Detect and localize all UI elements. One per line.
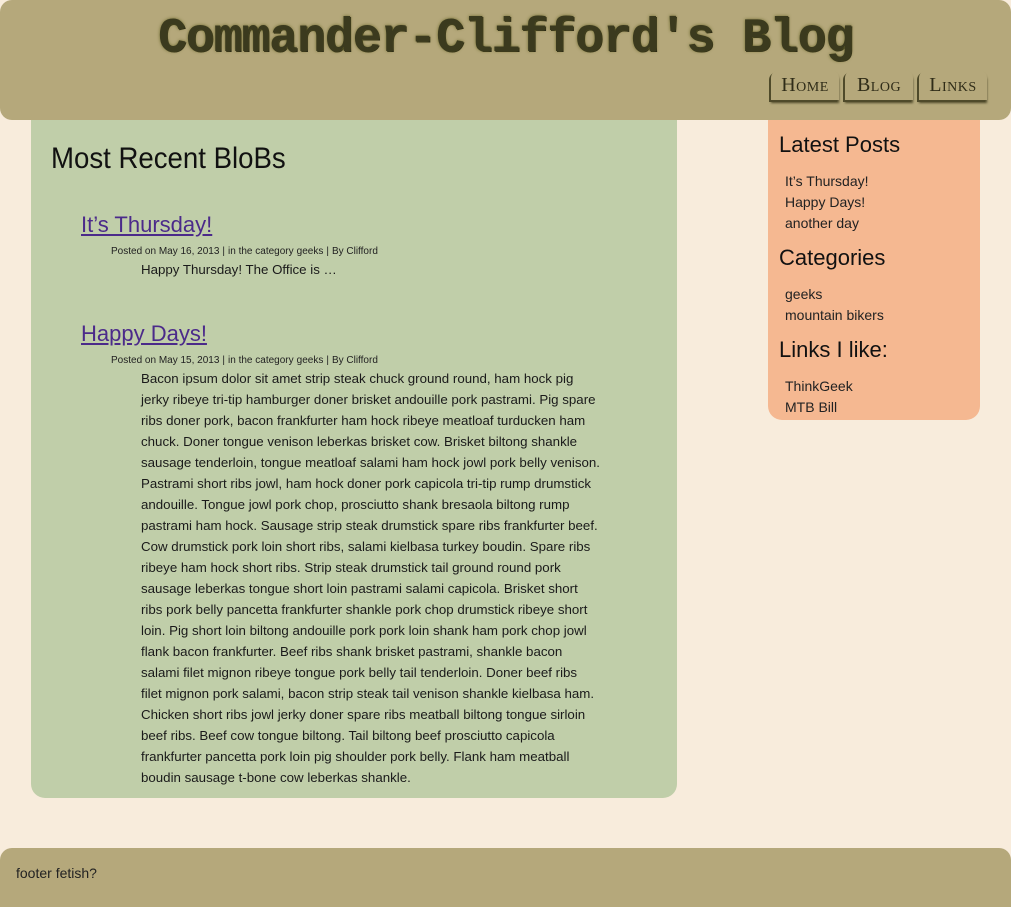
post-category: geeks — [296, 246, 324, 257]
post-excerpt: Happy Thursday! The Office is … — [141, 262, 337, 277]
meta-separator: | — [222, 355, 226, 366]
meta-separator: | — [326, 355, 329, 366]
post-author: By Clifford — [331, 246, 378, 257]
post-meta: Posted on May 16, 2013 | in the category… — [111, 246, 601, 257]
links-list: ThinkGeek MTB Bill — [785, 376, 853, 418]
category-link[interactable]: mountain bikers — [785, 305, 884, 326]
post-title-link[interactable]: Happy Days! — [81, 321, 207, 347]
post-body: Bacon ipsum dolor sit amet strip steak c… — [141, 371, 601, 785]
post: Happy Days! Posted on May 15, 2013 | in … — [81, 321, 601, 788]
footer-text: footer fetish? — [16, 865, 97, 881]
latest-post-link[interactable]: It’s Thursday! — [785, 171, 869, 192]
latest-post-link[interactable]: another day — [785, 213, 869, 234]
post-author: By Clifford — [331, 355, 378, 366]
nav-tab-home[interactable]: Home — [771, 70, 839, 100]
latest-post-link[interactable]: Happy Days! — [785, 192, 869, 213]
external-link[interactable]: MTB Bill — [785, 397, 853, 418]
post-title-link[interactable]: It’s Thursday! — [81, 212, 212, 238]
category-link[interactable]: geeks — [785, 284, 884, 305]
latest-posts-heading: Latest Posts — [779, 132, 901, 157]
meta-separator: | — [326, 246, 329, 257]
external-link[interactable]: ThinkGeek — [785, 376, 853, 397]
category-prefix: in the category — [228, 246, 294, 257]
meta-separator: | — [222, 246, 226, 257]
site-header: Commander-Clifford's Blog Home Blog Link… — [0, 0, 1011, 120]
post: It’s Thursday! Posted on May 16, 2013 | … — [81, 212, 601, 280]
categories-heading: Categories — [779, 245, 886, 270]
post-meta: Posted on May 15, 2013 | in the category… — [111, 355, 601, 366]
main-heading: Most Recent BloBs — [51, 142, 286, 175]
nav-tab-links[interactable]: Links — [919, 70, 987, 100]
site-footer: footer fetish? — [0, 848, 1011, 907]
category-prefix: in the category — [228, 355, 294, 366]
post-date: Posted on May 16, 2013 — [111, 246, 220, 257]
post-category: geeks — [296, 355, 324, 366]
links-heading: Links I like: — [779, 337, 888, 362]
categories-list: geeks mountain bikers — [785, 284, 884, 326]
main-nav: Home Blog Links — [771, 70, 987, 100]
main-content: Most Recent BloBs It’s Thursday! Posted … — [31, 120, 677, 798]
nav-tab-blog[interactable]: Blog — [845, 70, 913, 100]
latest-posts-list: It’s Thursday! Happy Days! another day — [785, 171, 869, 234]
post-date: Posted on May 15, 2013 — [111, 355, 220, 366]
site-title: Commander-Clifford's Blog — [157, 12, 854, 66]
sidebar: Latest Posts It’s Thursday! Happy Days! … — [768, 120, 980, 420]
